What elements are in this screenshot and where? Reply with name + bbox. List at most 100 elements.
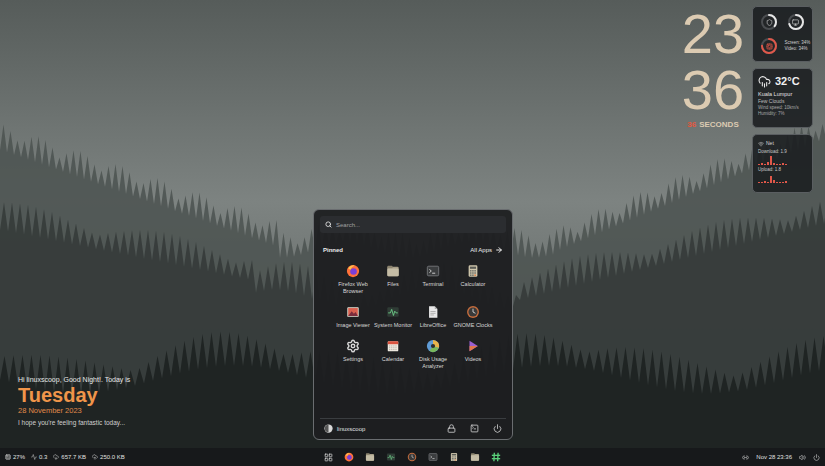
app-label: Terminal bbox=[423, 281, 444, 288]
clock-icon bbox=[407, 452, 417, 462]
app-tile[interactable]: GNOME Clocks bbox=[453, 305, 493, 329]
menu-footer: linuxscoop bbox=[320, 418, 506, 433]
app-tile[interactable]: System Monitor bbox=[373, 305, 413, 329]
greeting-day: Tuesday bbox=[18, 384, 130, 406]
weather-widget: 32°CKuala LumpurFew CloudsWind speed: 10… bbox=[752, 68, 813, 128]
clock-hours: 23 bbox=[682, 6, 744, 62]
network-bar bbox=[782, 182, 784, 183]
greeting-message: I hope you're feeling fantastic today... bbox=[18, 418, 130, 427]
hash-app-icon[interactable] bbox=[491, 452, 501, 462]
system-monitor-icon bbox=[386, 305, 400, 319]
app-tile[interactable]: Calculator bbox=[453, 264, 493, 295]
app-tile[interactable]: Image Viewer bbox=[333, 305, 373, 329]
app-grid-icon[interactable] bbox=[324, 453, 333, 462]
app-label: Videos bbox=[465, 356, 482, 363]
app-tile[interactable]: Files bbox=[373, 264, 413, 295]
app-grid: Firefox Web Browser Files Terminal Calculat… bbox=[320, 264, 506, 370]
app-tile[interactable]: Videos bbox=[453, 339, 493, 370]
all-apps-button[interactable]: All Apps bbox=[470, 246, 503, 254]
app-tile[interactable]: Disk Usage Analyzer bbox=[413, 339, 453, 370]
network-bar bbox=[773, 180, 775, 183]
network-bar bbox=[767, 182, 769, 183]
terminal-icon bbox=[426, 264, 440, 278]
system-monitor-icon bbox=[386, 452, 396, 462]
videos-icon bbox=[466, 339, 480, 353]
network-bar bbox=[770, 176, 772, 183]
dock-item[interactable] bbox=[365, 452, 375, 462]
user-account[interactable]: linuxscoop bbox=[324, 424, 365, 433]
gauge-ring-icon bbox=[759, 12, 779, 32]
image-viewer-icon bbox=[346, 305, 360, 319]
disk-usage-icon bbox=[426, 339, 440, 353]
greeting-date: 28 November 2023 bbox=[18, 406, 130, 416]
stat-icon bbox=[5, 454, 11, 460]
network-bar bbox=[782, 163, 784, 165]
app-tile[interactable]: Calendar bbox=[373, 339, 413, 370]
stat-icon bbox=[53, 454, 59, 460]
dock-item[interactable] bbox=[344, 452, 354, 462]
link-icon[interactable] bbox=[742, 454, 749, 461]
firefox-icon bbox=[344, 452, 354, 462]
app-label: Image Viewer bbox=[336, 322, 370, 329]
files-icon bbox=[386, 264, 400, 278]
files-icon bbox=[365, 452, 375, 462]
app-label: LibreOffice bbox=[420, 322, 447, 329]
clock-icon bbox=[466, 305, 480, 319]
network-widget: NetDownload: 1.9Upload: 1.8 bbox=[752, 134, 813, 193]
lock-icon[interactable] bbox=[447, 424, 456, 433]
app-label: Calculator bbox=[461, 281, 486, 288]
widget-column: Screen: 34%Video: 34%32°CKuala LumpurFew… bbox=[752, 6, 813, 193]
clock-widget: 233636SECONDS bbox=[680, 6, 746, 130]
taskbar-stat: 657.7 KB bbox=[53, 453, 86, 461]
network-bar bbox=[761, 182, 763, 183]
dock-item[interactable] bbox=[449, 452, 459, 462]
app-label: Disk Usage Analyzer bbox=[413, 356, 453, 370]
app-tile[interactable]: LibreOffice bbox=[413, 305, 453, 329]
tray: Nov 28 23:36 bbox=[501, 453, 820, 461]
gauge bbox=[759, 36, 779, 56]
section-title: Pinned bbox=[323, 246, 343, 254]
stat-icon bbox=[92, 454, 98, 460]
settings-icon bbox=[346, 339, 360, 353]
network-bar bbox=[764, 164, 766, 165]
terminal-icon bbox=[428, 452, 438, 462]
gauge-ring-icon bbox=[759, 36, 779, 56]
taskbar-datetime[interactable]: Nov 28 23:36 bbox=[756, 453, 792, 461]
calendar-icon bbox=[386, 339, 400, 353]
system-reading: Video: 34% bbox=[785, 46, 808, 52]
weather-condition: Few Clouds bbox=[758, 98, 807, 105]
calculator-icon bbox=[466, 264, 480, 278]
weather-detail: Humidity: 7% bbox=[758, 111, 807, 117]
power-icon[interactable] bbox=[493, 424, 502, 433]
arrow-right-icon bbox=[495, 246, 503, 254]
app-label: System Monitor bbox=[374, 322, 412, 329]
network-chart bbox=[758, 156, 807, 165]
dock-item[interactable] bbox=[407, 452, 417, 462]
app-label: Files bbox=[387, 281, 399, 288]
taskbar-stat: 250.0 KB bbox=[92, 453, 125, 461]
libreoffice-icon bbox=[426, 305, 440, 319]
volume-icon[interactable] bbox=[799, 454, 806, 461]
clock-seconds: 36SECONDS bbox=[687, 120, 738, 130]
dock-item[interactable] bbox=[470, 452, 480, 462]
terminal-icon[interactable] bbox=[470, 424, 479, 433]
dock-item[interactable] bbox=[428, 452, 438, 462]
power-tray-icon[interactable] bbox=[813, 454, 820, 461]
weather-city: Kuala Lumpur bbox=[758, 91, 807, 98]
network-bar bbox=[758, 182, 760, 183]
network-reading: Download: 1.9 bbox=[758, 149, 807, 155]
taskbar-stats: 27%0.3657.7 KB250.0 KB bbox=[5, 453, 324, 461]
network-bar bbox=[764, 181, 766, 183]
network-bar bbox=[785, 181, 787, 183]
taskbar-stat: 0.3 bbox=[31, 453, 47, 461]
app-tile[interactable]: Settings bbox=[333, 339, 373, 370]
app-tile[interactable]: Firefox Web Browser bbox=[333, 264, 373, 295]
weather-detail: Wind speed: 10km/s bbox=[758, 105, 807, 111]
app-tile[interactable]: Terminal bbox=[413, 264, 453, 295]
dock-item[interactable] bbox=[386, 452, 396, 462]
stat-icon bbox=[31, 454, 37, 460]
shield-icon bbox=[766, 19, 773, 26]
search-field[interactable]: Search... bbox=[320, 216, 506, 233]
network-bar bbox=[767, 162, 769, 165]
network-reading: Upload: 1.8 bbox=[758, 167, 807, 173]
